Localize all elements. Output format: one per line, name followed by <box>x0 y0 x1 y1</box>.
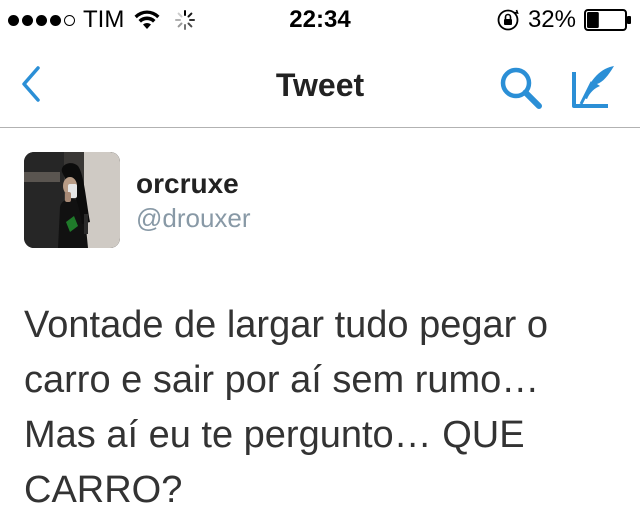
navigation-bar: Tweet <box>0 40 640 128</box>
compose-icon[interactable] <box>570 62 620 110</box>
search-icon[interactable] <box>497 64 545 112</box>
status-bar-right: 32% <box>496 6 632 34</box>
tweet-header: orcruxe @drouxer <box>24 152 251 248</box>
orientation-lock-icon <box>497 9 519 31</box>
battery-level-fill <box>587 12 599 28</box>
display-name[interactable]: orcruxe <box>136 168 251 200</box>
status-bar: TIM 22:34 32% <box>0 0 640 40</box>
battery-icon <box>584 9 631 31</box>
tweet-text: Vontade de largar tudo pegar o carro e s… <box>24 304 548 511</box>
tweet-author[interactable]: orcruxe @drouxer <box>136 168 251 234</box>
battery-percentage: 32% <box>527 6 576 33</box>
avatar[interactable] <box>24 152 120 248</box>
user-handle[interactable]: @drouxer <box>136 202 251 234</box>
avatar-photo <box>24 152 120 248</box>
